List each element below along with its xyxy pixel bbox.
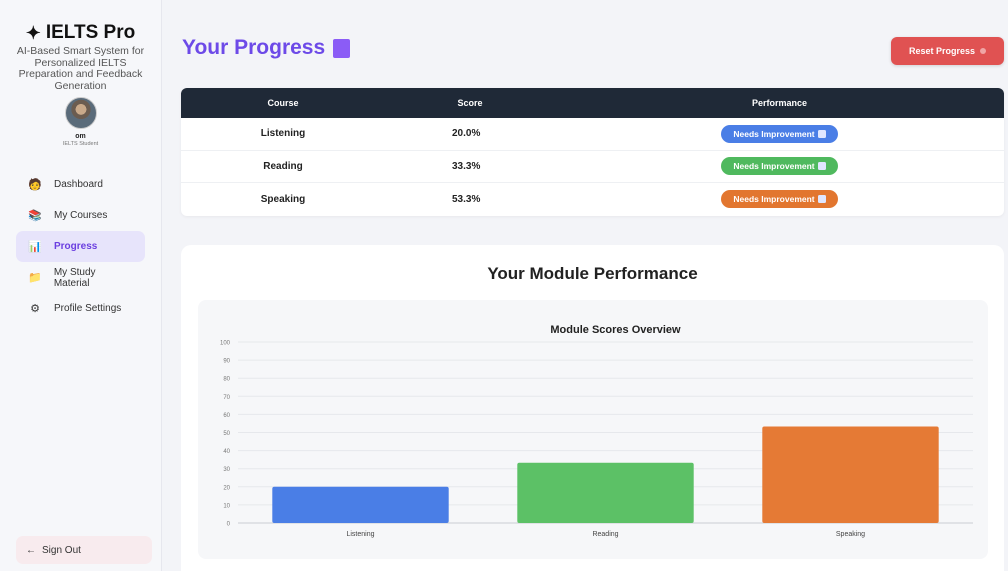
- sidebar-item-label: My Courses: [54, 210, 108, 221]
- trash-icon: [980, 48, 987, 54]
- chart-container: Module Scores Overview 0 10 20 30 40 50 60 70 80 9…: [198, 300, 988, 559]
- main-content: Your Progress Reset Progress Course Scor…: [170, 0, 1008, 571]
- header-performance: Performance: [751, 98, 808, 108]
- performance-label: Needs Improvement: [733, 161, 815, 172]
- table-header: Course Score Performance: [181, 88, 1004, 118]
- y-tick-label: 80: [223, 377, 230, 383]
- chart-title: Module Scores Overview: [550, 324, 681, 336]
- performance-badge: Needs Improvement: [721, 157, 838, 176]
- sidebar-item-my-courses[interactable]: 📚 My Courses: [16, 200, 145, 231]
- score-cell: 53.3%: [452, 193, 481, 205]
- y-tick-label: 100: [220, 341, 231, 347]
- books-icon: 📚: [28, 210, 42, 222]
- reset-progress-label: Reset Progress: [908, 46, 976, 56]
- y-tick-label: 0: [227, 522, 231, 528]
- sign-out-button[interactable]: ← Sign Out: [16, 536, 152, 564]
- sidebar-item-my-study-material[interactable]: 📁 My Study Material: [16, 262, 145, 293]
- table-row: Reading 33.3% Needs Improvement: [181, 151, 1004, 184]
- performance-cell: Needs Improvement: [555, 157, 1004, 176]
- chart-up-icon: [817, 129, 826, 138]
- purple-square-icon: [333, 38, 351, 58]
- chart-up-icon: [817, 162, 826, 171]
- sidebar-item-profile-settings[interactable]: ⚙ Profile Settings: [16, 293, 145, 324]
- sidebar-item-label: My Study Material: [53, 266, 96, 289]
- progress-table: Course Score Performance Listening 20.0% N…: [181, 88, 1004, 216]
- x-tick-label: Reading: [592, 531, 618, 538]
- sidebar: ✦ IELTS Pro AI-Based Smart System for Pe…: [0, 0, 162, 571]
- bar-listening[interactable]: [272, 486, 449, 523]
- x-tick-label: Speaking: [836, 531, 865, 538]
- header-score: Score: [457, 98, 483, 108]
- page-title: Your Progress: [182, 36, 351, 60]
- brand-subtitle: AI-Based Smart System for Personalized I…: [16, 45, 145, 92]
- x-tick-label: Listening: [346, 531, 374, 538]
- y-tick-label: 90: [223, 359, 230, 365]
- table-row: Speaking 53.3% Needs Improvement: [181, 183, 1004, 216]
- bar-chart: Module Scores Overview 0 10 20 30 40 50 60 70 80 9…: [220, 324, 973, 538]
- performance-label: Needs Improvement: [733, 194, 815, 205]
- module-performance-card: Your Module Performance Module Scores Ov…: [181, 245, 1004, 571]
- header-course: Course: [267, 98, 299, 108]
- y-tick-label: 10: [223, 503, 230, 509]
- course-cell: Listening: [260, 128, 306, 140]
- y-tick-label: 60: [223, 413, 230, 419]
- sidebar-item-label: Profile Settings: [54, 303, 122, 314]
- user-name: om: [75, 133, 86, 140]
- reset-progress-button[interactable]: Reset Progress: [891, 37, 1004, 65]
- brand: ✦ IELTS Pro AI-Based Smart System for Pe…: [0, 0, 161, 92]
- y-tick-label: 70: [223, 395, 230, 401]
- user-role: IELTS Student: [62, 141, 99, 147]
- sidebar-item-dashboard[interactable]: 🧑 Dashboard: [16, 169, 145, 200]
- table-body: Listening 20.0% Needs Improvement Reading 33…: [181, 118, 1004, 216]
- sidebar-item-label: Progress: [54, 241, 98, 252]
- performance-cell: Needs Improvement: [555, 190, 1004, 209]
- y-tick-label: 50: [223, 431, 230, 437]
- score-cell: 33.3%: [452, 160, 481, 172]
- chart-up-icon: [817, 195, 826, 204]
- performance-badge: Needs Improvement: [721, 190, 838, 209]
- sidebar-item-label: Dashboard: [54, 179, 103, 190]
- score-cell: 20.0%: [452, 128, 481, 140]
- brand-title[interactable]: ✦ IELTS Pro: [0, 22, 161, 44]
- bar-speaking[interactable]: [762, 426, 939, 523]
- bar-chart-icon: 📊: [28, 241, 42, 253]
- course-cell: Speaking: [260, 193, 306, 205]
- folder-icon: 📁: [28, 272, 42, 284]
- y-tick-label: 20: [223, 485, 230, 491]
- performance-cell: Needs Improvement: [555, 124, 1004, 143]
- performance-label: Needs Improvement: [733, 128, 815, 139]
- table-row: Listening 20.0% Needs Improvement: [181, 118, 1004, 151]
- sparkle-icon: ✦: [25, 22, 41, 43]
- sidebar-item-progress[interactable]: 📊 Progress: [16, 231, 145, 262]
- brand-name: IELTS Pro: [45, 22, 136, 43]
- gear-icon: ⚙: [30, 303, 40, 315]
- y-tick-label: 30: [223, 467, 230, 473]
- arrow-left-icon: ←: [26, 544, 36, 556]
- avatar[interactable]: [64, 97, 97, 129]
- performance-badge: Needs Improvement: [721, 124, 838, 143]
- y-tick-label: 40: [223, 449, 230, 455]
- course-cell: Reading: [263, 160, 303, 172]
- sidebar-nav: 🧑 Dashboard 📚 My Courses 📊 Progress 📁 My Study …: [0, 169, 161, 324]
- person-icon: 🧑: [28, 179, 42, 191]
- sign-out-label: Sign Out: [42, 544, 81, 556]
- page-title-text: Your Progress: [182, 36, 326, 59]
- bar-reading[interactable]: [517, 462, 694, 523]
- section-heading: Your Module Performance: [487, 264, 698, 283]
